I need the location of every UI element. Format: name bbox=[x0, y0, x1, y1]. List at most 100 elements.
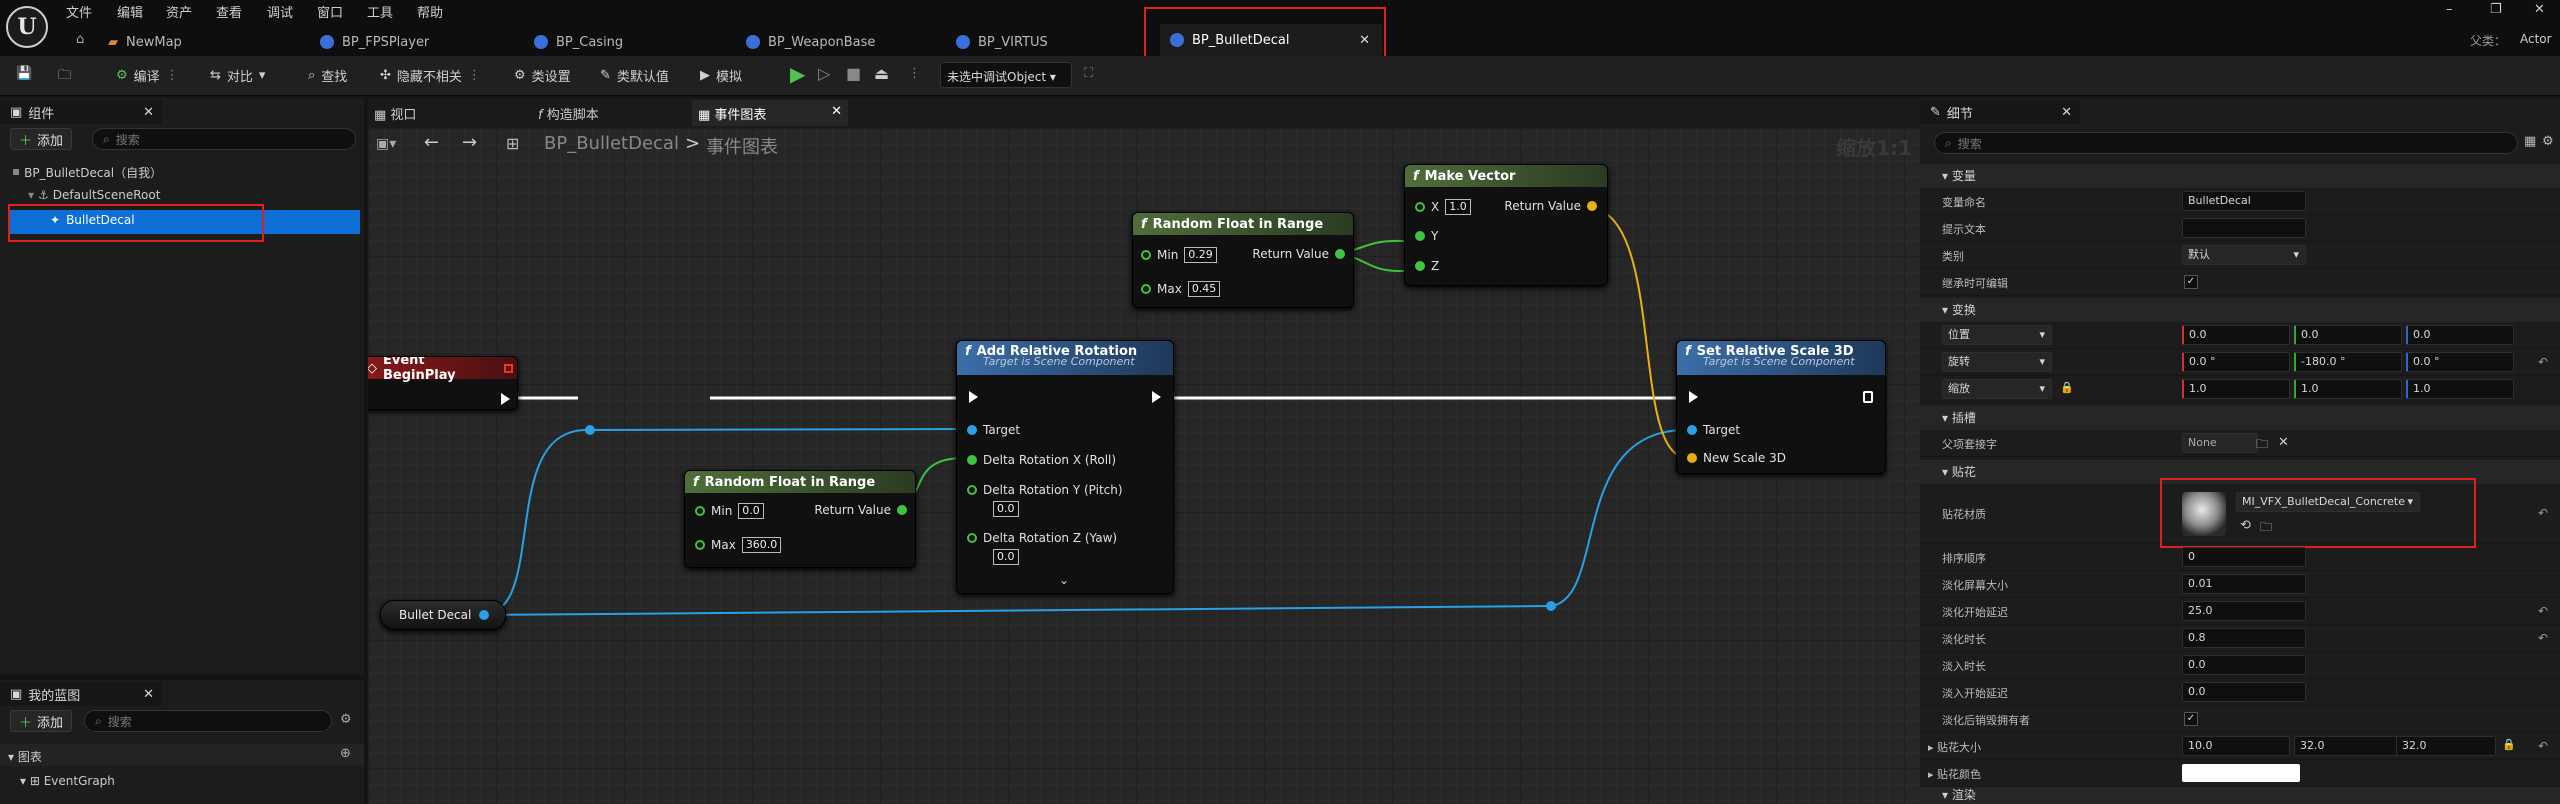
return-pin[interactable]: Return Value bbox=[1252, 247, 1345, 261]
menu-tools[interactable]: 工具 bbox=[367, 2, 393, 21]
add-graph-icon[interactable]: ⊕ bbox=[340, 746, 351, 761]
decal-color-swatch[interactable] bbox=[2182, 764, 2300, 782]
rotation-mode-select[interactable]: 旋转 ▾ bbox=[1942, 352, 2052, 372]
fade-duration-input[interactable]: 0.8 bbox=[2182, 628, 2306, 648]
menu-window[interactable]: 窗口 bbox=[317, 2, 343, 21]
location-mode-select[interactable]: 位置 ▾ bbox=[1942, 325, 2052, 345]
close-tab-icon[interactable]: ✕ bbox=[831, 104, 842, 119]
close-window-icon[interactable]: ✕ bbox=[2534, 2, 2545, 17]
close-tab-icon[interactable]: ✕ bbox=[143, 687, 154, 702]
class-defaults-button[interactable]: ✎ 类默认值 bbox=[600, 66, 669, 85]
decal-size-y-input[interactable]: 32.0 bbox=[2294, 736, 2402, 756]
max-pin[interactable]: Max 360.0 bbox=[695, 537, 782, 553]
gear-icon[interactable]: ⚙ bbox=[2542, 134, 2554, 149]
menu-help[interactable]: 帮助 bbox=[417, 2, 443, 21]
object-pin-icon[interactable] bbox=[479, 610, 490, 620]
step-icon[interactable]: ▷ bbox=[818, 64, 830, 83]
tab-bp-virtus[interactable]: BP_VIRTUS bbox=[956, 28, 1048, 56]
rotation-y-input[interactable]: -180.0 ° bbox=[2294, 352, 2402, 372]
find-button[interactable]: ⌕ 查找 bbox=[308, 66, 347, 85]
lock-icon[interactable]: 🔒 bbox=[2502, 738, 2516, 751]
details-search[interactable]: ⌕ 搜索 bbox=[1934, 132, 2518, 154]
make-vector-node[interactable]: f Make Vector X 1.0 Y Z Return Value bbox=[1404, 164, 1608, 286]
exec-in-pin[interactable] bbox=[969, 391, 978, 403]
location-y-input[interactable]: 0.0 bbox=[2294, 325, 2402, 345]
save-icon[interactable]: 💾 bbox=[16, 66, 32, 81]
section-transform[interactable]: ▾ 变换 bbox=[1920, 298, 2560, 322]
exec-in-pin[interactable] bbox=[1689, 391, 1698, 403]
clear-icon[interactable]: ✕ bbox=[2278, 435, 2289, 450]
restore-icon[interactable]: ❐ bbox=[2490, 2, 2502, 17]
section-socket[interactable]: ▾ 插槽 bbox=[1920, 406, 2560, 430]
fade-screen-size-input[interactable]: 0.01 bbox=[2182, 574, 2306, 594]
class-settings-button[interactable]: ⚙ 类设置 bbox=[514, 66, 571, 85]
tooltip-input[interactable] bbox=[2182, 218, 2306, 238]
x-value[interactable]: 1.0 bbox=[1445, 199, 1471, 215]
close-tab-icon[interactable]: ✕ bbox=[2061, 105, 2072, 120]
simulate-button[interactable]: ▶ 模拟 bbox=[700, 66, 742, 85]
return-pin[interactable]: Return Value bbox=[1504, 199, 1597, 213]
parent-socket-value[interactable]: None bbox=[2182, 433, 2258, 453]
min-pin[interactable]: Min 0.0 bbox=[695, 503, 764, 519]
scale-z-input[interactable]: 1.0 bbox=[2406, 379, 2514, 399]
tab-bp-fpsplayer[interactable]: BP_FPSPlayer bbox=[320, 28, 429, 56]
decal-size-z-input[interactable]: 32.0 bbox=[2396, 736, 2496, 756]
max-value[interactable]: 0.45 bbox=[1187, 281, 1221, 297]
expand-chevron-icon[interactable]: ⌄ bbox=[1059, 573, 1069, 587]
tree-item-scene-root[interactable]: ▾ ⚓ DefaultSceneRoot bbox=[28, 188, 160, 202]
event-beginplay-node[interactable]: ◇ Event BeginPlay bbox=[368, 356, 518, 410]
add-blueprint-item-button[interactable]: ＋添加 bbox=[10, 710, 73, 732]
reset-arrow-icon[interactable]: ↶ bbox=[2538, 355, 2548, 369]
gear-icon[interactable]: ⚙ bbox=[340, 712, 352, 727]
target-pin[interactable]: Target bbox=[1687, 423, 1740, 437]
unreal-logo-icon[interactable]: U bbox=[6, 6, 48, 48]
my-blueprint-search[interactable]: ⌕ 搜索 bbox=[84, 710, 332, 732]
fade-delay-input[interactable]: 25.0 bbox=[2182, 601, 2306, 621]
reset-arrow-icon[interactable]: ↶ bbox=[2538, 604, 2548, 618]
random-float-node-1[interactable]: f Random Float in Range Min 0.29 Max 0.45 R… bbox=[1132, 212, 1354, 308]
add-relative-rotation-node[interactable]: f Add Relative Rotation Target is Scene C… bbox=[956, 340, 1174, 594]
destroy-owner-checkbox[interactable]: ✓ bbox=[2184, 712, 2198, 726]
lock-icon[interactable]: 🔒 bbox=[2060, 381, 2074, 394]
tab-viewport[interactable]: ▦ 视口 bbox=[374, 104, 416, 123]
tree-item-self[interactable]: ▪ BP_BulletDecal（自我） bbox=[12, 164, 162, 181]
menu-file[interactable]: 文件 bbox=[66, 2, 92, 21]
rotation-x-input[interactable]: 0.0 ° bbox=[2182, 352, 2290, 372]
play-options-icon[interactable]: ⋮ bbox=[908, 66, 921, 81]
exec-out-pin[interactable] bbox=[501, 393, 510, 405]
random-float-node-2[interactable]: f Random Float in Range Min 0.0 Max 360.0 R… bbox=[684, 470, 916, 568]
compile-button[interactable]: ⚙ 编译 ⋮ bbox=[116, 66, 179, 85]
delta-y-pin[interactable]: Delta Rotation Y (Pitch) bbox=[967, 483, 1123, 497]
tab-bp-casing[interactable]: BP_Casing bbox=[534, 28, 623, 56]
details-tab[interactable]: ✎ 细节 ✕ bbox=[1920, 100, 2080, 124]
exec-out-pin[interactable] bbox=[1152, 391, 1161, 403]
max-pin[interactable]: Max 0.45 bbox=[1141, 281, 1221, 297]
delta-y-value[interactable]: 0.0 bbox=[993, 501, 1019, 517]
scale-x-input[interactable]: 1.0 bbox=[2182, 379, 2290, 399]
target-pin[interactable]: Target bbox=[967, 423, 1020, 437]
section-variable[interactable]: ▾ 变量 bbox=[1920, 164, 2560, 188]
z-pin[interactable]: Z bbox=[1415, 259, 1439, 273]
delta-x-pin[interactable]: Delta Rotation X (Roll) bbox=[967, 453, 1116, 467]
add-component-button[interactable]: ＋添加 bbox=[10, 128, 73, 150]
rotation-z-input[interactable]: 0.0 ° bbox=[2406, 352, 2514, 372]
y-pin[interactable]: Y bbox=[1415, 229, 1438, 243]
reset-arrow-icon[interactable]: ↶ bbox=[2538, 739, 2548, 753]
reset-arrow-icon[interactable]: ↶ bbox=[2538, 631, 2548, 645]
delta-y-field[interactable]: 0.0 bbox=[993, 501, 1019, 517]
tab-construction-script[interactable]: f 构造脚本 bbox=[538, 104, 599, 123]
table-view-icon[interactable]: ▦ bbox=[2524, 134, 2536, 149]
category-select[interactable]: 默认 ▾ bbox=[2182, 245, 2306, 265]
min-pin[interactable]: Min 0.29 bbox=[1141, 247, 1217, 263]
parent-class-value[interactable]: Actor bbox=[2520, 32, 2552, 46]
delegate-pin[interactable] bbox=[504, 363, 513, 373]
set-relative-scale-node[interactable]: f Set Relative Scale 3D Target is Scene C… bbox=[1676, 340, 1886, 474]
debug-object-select[interactable]: 未选中调试Object ▾ bbox=[940, 62, 1072, 88]
my-blueprint-tab[interactable]: ▣ 我的蓝图 ✕ bbox=[0, 682, 162, 706]
tab-newmap[interactable]: ▰ NewMap bbox=[108, 28, 182, 56]
max-value[interactable]: 360.0 bbox=[741, 537, 782, 553]
play-icon[interactable]: ▶ bbox=[790, 62, 805, 86]
hide-unrelated-button[interactable]: ✣ 隐藏不相关 ⋮ bbox=[380, 66, 481, 85]
delta-z-value[interactable]: 0.0 bbox=[993, 549, 1019, 565]
min-value[interactable]: 0.29 bbox=[1184, 247, 1217, 263]
